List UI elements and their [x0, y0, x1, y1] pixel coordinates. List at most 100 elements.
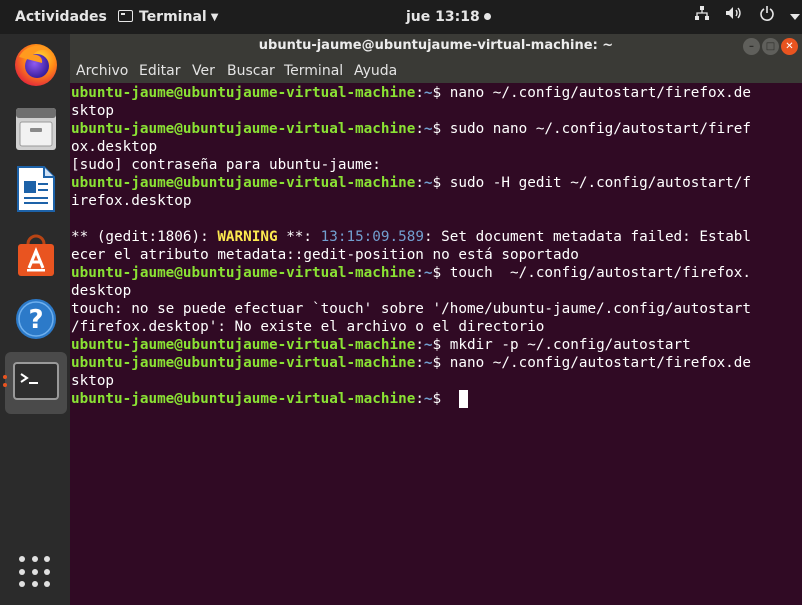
power-icon [759, 0, 775, 34]
notification-dot-icon [483, 13, 491, 20]
maximize-button[interactable]: □ [762, 38, 779, 55]
minimize-button[interactable]: – [743, 38, 760, 55]
command-text: sudo nano ~/.config/autostart/firef [441, 121, 752, 137]
chevron-down-icon: ▼ [210, 12, 219, 23]
prompt-user: ubuntu-jaume@ubuntujaume-virtual-machine [71, 337, 416, 353]
warning-timestamp: 13:15:09.589 [320, 229, 424, 245]
system-menu-chevron-icon [790, 0, 801, 34]
menu-terminal[interactable]: Terminal [284, 63, 343, 79]
menu-bar: Archivo Editar Ver Buscar Terminal Ayuda [70, 60, 802, 83]
app-menu-button[interactable]: Terminal ▼ [118, 0, 218, 34]
grid-dot-icon [19, 581, 25, 588]
output-text: ox.desktop [71, 139, 158, 155]
warning-message: : Set document metadata failed: Establ [423, 229, 752, 245]
help-icon: ? [14, 297, 58, 345]
command-text: touch ~/.config/autostart/firefox. [441, 265, 752, 281]
command-text: mkdir -p ~/.config/autostart [441, 337, 691, 353]
dock-item-writer[interactable] [5, 160, 67, 222]
prompt-path: ~ [423, 337, 433, 353]
window-title: ubuntu-jaume@ubuntujaume-virtual-machine… [258, 38, 614, 53]
prompt-symbol: $ [432, 355, 442, 371]
terminal-prompt-line: ubuntu-jaume@ubuntujaume-virtual-machine… [71, 120, 802, 138]
prompt-symbol: $ [432, 85, 442, 101]
terminal-output-line: irefox.desktop [71, 192, 802, 210]
svg-text:?: ? [28, 305, 43, 335]
menu-archivo[interactable]: Archivo [76, 63, 128, 79]
prompt-user: ubuntu-jaume@ubuntujaume-virtual-machine [71, 265, 416, 281]
terminal-app-icon [13, 362, 59, 404]
prompt-separator: : [415, 121, 424, 137]
network-icon [694, 0, 710, 34]
dock-item-files[interactable] [5, 100, 67, 162]
file-cabinet-icon [14, 106, 58, 156]
menu-ver[interactable]: Ver [192, 63, 215, 79]
output-text: sktop [71, 103, 115, 119]
prompt-separator: : [415, 265, 424, 281]
prompt-path: ~ [423, 121, 433, 137]
grid-dot-icon [44, 581, 51, 588]
terminal-output-line: ** (gedit:1806): WARNING **: 13:15:09.58… [71, 228, 802, 246]
prompt-symbol: $ [432, 265, 442, 281]
clock-button[interactable]: jue 13:18 [406, 0, 491, 34]
warning-prefix: ** (gedit:1806): [71, 229, 218, 245]
menu-buscar[interactable]: Buscar [227, 63, 275, 79]
window-titlebar[interactable]: ubuntu-jaume@ubuntujaume-virtual-machine… [70, 34, 802, 60]
terminal-output-line: /firefox.desktop': No existe el archivo … [71, 318, 802, 336]
output-text: [sudo] contraseña para ubuntu-jaume: [71, 157, 381, 173]
top-bar: Actividades Terminal ▼ jue 13:18 [0, 0, 802, 34]
output-text: sktop [71, 373, 115, 389]
grid-dot-icon [31, 556, 38, 562]
command-text: nano ~/.config/autostart/firefox.de [441, 355, 752, 371]
prompt-user: ubuntu-jaume@ubuntujaume-virtual-machine [71, 355, 416, 371]
prompt-path: ~ [423, 355, 433, 371]
dock-item-help[interactable]: ? [5, 290, 67, 352]
terminal-output-line: sktop [71, 102, 802, 120]
output-text: irefox.desktop [71, 193, 192, 209]
prompt-path: ~ [423, 85, 433, 101]
menu-ayuda[interactable]: Ayuda [354, 63, 397, 79]
terminal-prompt-line: ubuntu-jaume@ubuntujaume-virtual-machine… [71, 336, 802, 354]
prompt-separator: : [415, 355, 424, 371]
grid-dot-icon [44, 568, 51, 575]
output-text: touch: no se puede efectuar `touch' sobr… [71, 301, 751, 317]
clock-label: jue 13:18 [406, 9, 480, 25]
terminal-prompt-line: ubuntu-jaume@ubuntujaume-virtual-machine… [71, 84, 802, 102]
terminal-output-line: touch: no se puede efectuar `touch' sobr… [71, 300, 802, 318]
running-indicator-icon [3, 383, 7, 387]
prompt-user: ubuntu-jaume@ubuntujaume-virtual-machine [71, 85, 416, 101]
running-indicator-icon [3, 375, 7, 379]
command-text: nano ~/.config/autostart/firefox.de [441, 85, 752, 101]
dock-item-software[interactable] [5, 226, 67, 288]
activities-button[interactable]: Actividades [15, 0, 107, 34]
terminal-output[interactable]: ubuntu-jaume@ubuntujaume-virtual-machine… [71, 84, 802, 605]
terminal-prompt-line: ubuntu-jaume@ubuntujaume-virtual-machine… [71, 354, 802, 372]
prompt-separator: : [415, 391, 424, 407]
prompt-separator: : [415, 85, 424, 101]
menu-editar[interactable]: Editar [139, 63, 180, 79]
show-applications-button[interactable] [19, 556, 51, 588]
dock-item-terminal[interactable] [5, 352, 67, 414]
terminal-output-line: desktop [71, 282, 802, 300]
system-tray[interactable] [694, 0, 802, 34]
close-button[interactable]: ✕ [781, 38, 798, 55]
maximize-icon: □ [765, 41, 776, 52]
prompt-separator: : [415, 337, 424, 353]
terminal-output-line: sktop [71, 372, 802, 390]
firefox-icon [11, 39, 61, 93]
prompt-symbol: $ [432, 391, 442, 407]
prompt-symbol: $ [432, 175, 442, 191]
command-text [441, 391, 450, 407]
terminal-window: ubuntu-jaume@ubuntujaume-virtual-machine… [70, 34, 802, 605]
grid-dot-icon [19, 568, 25, 575]
minimize-icon: – [749, 41, 754, 52]
dock-item-firefox[interactable] [5, 35, 67, 97]
prompt-user: ubuntu-jaume@ubuntujaume-virtual-machine [71, 175, 416, 191]
terminal-output-line: ox.desktop [71, 138, 802, 156]
terminal-prompt-line: ubuntu-jaume@ubuntujaume-virtual-machine… [71, 390, 802, 408]
grid-dot-icon [19, 556, 25, 562]
terminal-prompt-line: ubuntu-jaume@ubuntujaume-virtual-machine… [71, 174, 802, 192]
close-icon: ✕ [785, 41, 794, 52]
output-text: desktop [71, 283, 132, 299]
grid-dot-icon [31, 581, 38, 588]
